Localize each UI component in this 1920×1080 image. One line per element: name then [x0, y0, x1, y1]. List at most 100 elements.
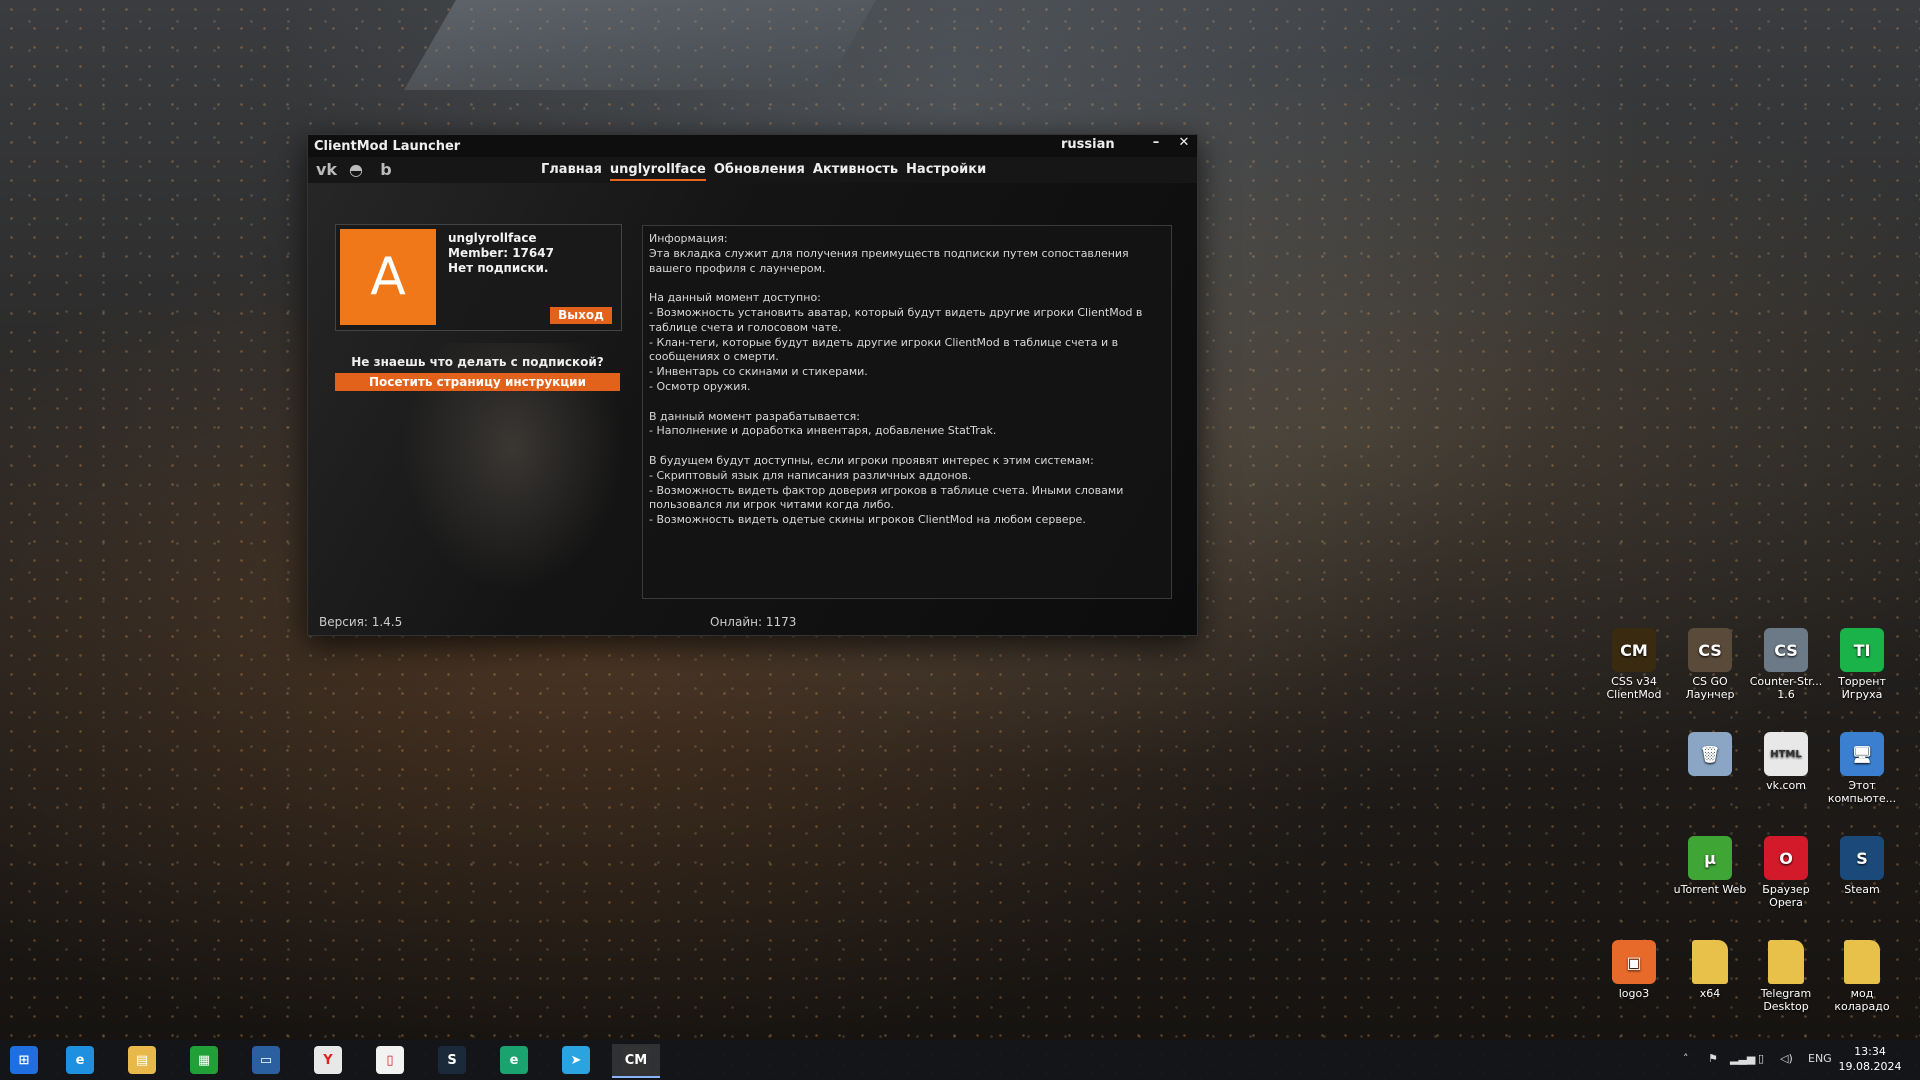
steam-taskbar-taskbar-button[interactable]: S — [428, 1044, 476, 1076]
opera-icon: O — [1764, 836, 1808, 880]
desktop-shortcut[interactable]: CS CS GO Лаунчер — [1673, 628, 1747, 701]
window-title: ClientMod Launcher — [314, 138, 461, 154]
desktop-shortcut[interactable]: CS Counter-Str... 1.6 — [1749, 628, 1823, 701]
desktop-shortcut[interactable]: Telegram Desktop — [1749, 940, 1823, 1013]
desktop-shortcut[interactable]: мод коларадо — [1825, 940, 1899, 1013]
telegram-taskbar-button[interactable]: ➤ — [552, 1044, 600, 1076]
edge-icon: e — [500, 1046, 528, 1074]
tab-settings[interactable]: Настройки — [906, 162, 986, 181]
tab-activity[interactable]: Активность — [813, 162, 898, 181]
recycle-bin-icon: 🗑 — [1688, 732, 1732, 776]
tray-chevron-icon[interactable]: ˄ — [1683, 1052, 1689, 1065]
desktop-shortcut[interactable]: HTML vk.com — [1749, 732, 1823, 792]
subscription-help-question: Не знаешь что делать с подпиской? — [351, 355, 604, 369]
blank-file-icon: ▯ — [376, 1046, 404, 1074]
desktop-shortcut-label: мод коларадо — [1834, 987, 1890, 1013]
vk-icon[interactable]: vk — [316, 160, 337, 179]
navbar: vk ◓ b Главная unglyrollface Обновления … — [308, 157, 1197, 183]
network-icon[interactable]: ▂▃▅ — [1730, 1052, 1755, 1065]
desktop-shortcut[interactable]: 🗑 — [1673, 732, 1747, 779]
info-panel: Информация: Эта вкладка служит для получ… — [642, 225, 1172, 599]
desktop-shortcut-label: CS GO Лаунчер — [1685, 675, 1735, 701]
desktop-shortcut[interactable]: µ uTorrent Web — [1673, 836, 1747, 896]
tab-bar: Главная unglyrollface Обновления Активно… — [541, 162, 986, 181]
logout-button[interactable]: Выход — [550, 307, 612, 324]
main-content: A unglyrollface Member: 17647 Нет подпис… — [308, 183, 1197, 635]
desktop-shortcut-label: uTorrent Web — [1673, 883, 1747, 896]
online-count: Онлайн: 1173 — [710, 615, 797, 629]
profile-card: A unglyrollface Member: 17647 Нет подпис… — [335, 224, 622, 331]
desktop-shortcut-label: vk.com — [1766, 779, 1806, 792]
blank-file-taskbar-button[interactable]: ▯ — [366, 1044, 414, 1076]
monitor-app-icon: ▭ — [252, 1046, 280, 1074]
clock-date: 19.08.2024 — [1838, 1060, 1902, 1073]
battery-icon[interactable]: ▯ — [1758, 1052, 1764, 1065]
titlebar[interactable]: ClientMod Launcher russian – ✕ — [308, 135, 1197, 157]
counter-strike-icon: CS — [1764, 628, 1808, 672]
utorrent-icon: µ — [1688, 836, 1732, 880]
telegram-icon: ➤ — [562, 1046, 590, 1074]
file-explorer-icon: ▤ — [128, 1046, 156, 1074]
steam-taskbar-icon: S — [438, 1046, 466, 1074]
volume-icon[interactable]: ◁) — [1780, 1052, 1793, 1065]
this-pc-icon: 🖥 — [1840, 732, 1884, 776]
csgo-icon: CS — [1688, 628, 1732, 672]
b-logo-icon[interactable]: b — [376, 160, 396, 179]
taskbar: ⊞ e ▤ ▦ ▭ Y ▯ Se ➤ CM ˄ ⚑ ▂▃▅ ▯ ◁) ENG 13:34 19.0… — [0, 1040, 1920, 1080]
steam-icon: S — [1840, 836, 1884, 880]
clientmod-taskbar-taskbar-button[interactable]: CM — [612, 1044, 660, 1078]
info-text: Информация: Эта вкладка служит для получ… — [649, 232, 1143, 527]
avatar: A — [340, 229, 436, 325]
desktop-shortcut[interactable]: ▣ logo3 — [1597, 940, 1671, 1000]
html-file-icon: HTML — [1764, 732, 1808, 776]
tab-updates[interactable]: Обновления — [714, 162, 805, 181]
tray-flag-icon[interactable]: ⚑ — [1708, 1052, 1718, 1065]
desktop-shortcut-label: Telegram Desktop — [1760, 987, 1812, 1013]
username: unglyrollface — [448, 231, 537, 245]
visit-guide-button[interactable]: Посетить страницу инструкции — [335, 373, 620, 391]
windows-start-taskbar-button[interactable]: ⊞ — [0, 1044, 48, 1076]
torrent-igruha-icon: TI — [1840, 628, 1884, 672]
monitor-app-taskbar-button[interactable]: ▭ — [242, 1044, 290, 1076]
edge-taskbar-button[interactable]: e — [490, 1044, 538, 1076]
desktop-shortcut[interactable]: CM CSS v34 ClientMod — [1597, 628, 1671, 701]
internet-explorer-taskbar-button[interactable]: e — [56, 1044, 104, 1076]
desktop-shortcut[interactable]: TI Торрент Игруха — [1825, 628, 1899, 701]
store-icon: ▦ — [190, 1046, 218, 1074]
desktop-shortcut-label: Браузер Opera — [1762, 883, 1810, 909]
folder-icon — [1844, 940, 1880, 984]
desktop-shortcut[interactable]: S Steam — [1825, 836, 1899, 896]
tab-profile[interactable]: unglyrollface — [609, 162, 706, 181]
desktop-shortcut[interactable]: 🖥 Этот компьюте... — [1825, 732, 1899, 805]
store-taskbar-button[interactable]: ▦ — [180, 1044, 228, 1076]
language-selector[interactable]: russian — [1061, 137, 1115, 152]
desktop-shortcut[interactable]: x64 — [1673, 940, 1747, 1000]
close-button[interactable]: ✕ — [1174, 135, 1194, 150]
tab-home[interactable]: Главная — [541, 162, 602, 181]
image-file-icon: ▣ — [1612, 940, 1656, 984]
yandex-browser-taskbar-button[interactable]: Y — [304, 1044, 352, 1076]
keyboard-language[interactable]: ENG — [1808, 1052, 1832, 1065]
desktop-shortcut[interactable]: O Браузер Opera — [1749, 836, 1823, 909]
launcher-window: ClientMod Launcher russian – ✕ vk ◓ b Гл… — [307, 134, 1198, 636]
folder-icon — [1692, 940, 1728, 984]
user-info: unglyrollface Member: 17647 Нет подписки… — [448, 231, 554, 276]
file-explorer-taskbar-button[interactable]: ▤ — [118, 1044, 166, 1076]
windows-start-icon: ⊞ — [10, 1046, 38, 1074]
social-links: vk ◓ b — [316, 160, 396, 179]
member-number: Member: 17647 — [448, 246, 554, 260]
desktop-shortcut-label: Counter-Str... 1.6 — [1749, 675, 1823, 701]
desktop-shortcut-label: Steam — [1844, 883, 1880, 896]
desktop-shortcut-label: Торрент Игруха — [1838, 675, 1886, 701]
folder-icon — [1768, 940, 1804, 984]
clientmod-icon: CM — [1612, 628, 1656, 672]
clock[interactable]: 13:34 19.08.2024 — [1835, 1044, 1905, 1074]
desktop-shortcut-label: Этот компьюте... — [1827, 779, 1897, 805]
internet-explorer-icon: e — [66, 1046, 94, 1074]
wallpaper-river — [404, 0, 876, 90]
desktop-shortcut-label: x64 — [1699, 987, 1721, 1000]
discord-icon[interactable]: ◓ — [346, 160, 366, 179]
subscription-status: Нет подписки. — [448, 261, 549, 275]
minimize-button[interactable]: – — [1146, 135, 1166, 150]
desktop-shortcut-label: CSS v34 ClientMod — [1606, 675, 1662, 701]
